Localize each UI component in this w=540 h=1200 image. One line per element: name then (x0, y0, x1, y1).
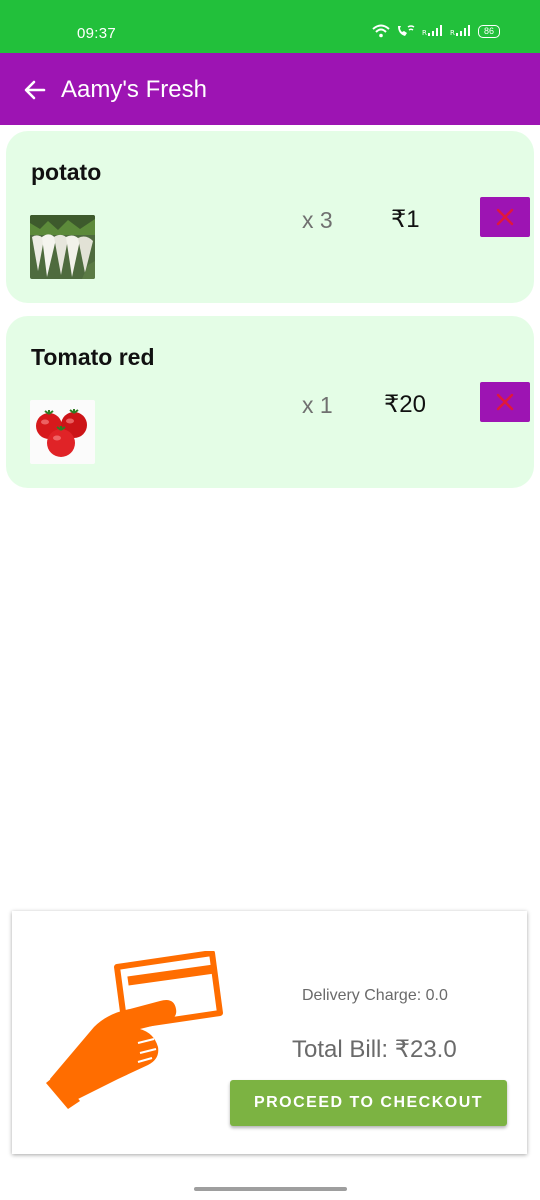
close-icon (496, 393, 514, 411)
item-price: ₹1 (391, 206, 420, 233)
cart-item: potato x 3 ₹1 (6, 131, 534, 303)
item-price: ₹20 (384, 391, 426, 418)
status-bar: 09:37 R R 86 (0, 0, 540, 53)
item-image (30, 400, 95, 464)
remove-item-button[interactable] (480, 382, 530, 422)
item-quantity: x 3 (302, 207, 333, 233)
home-indicator[interactable] (194, 1187, 347, 1191)
remove-item-button[interactable] (480, 197, 530, 237)
wifi-calling-icon (397, 25, 415, 36)
arrow-left-icon (24, 80, 46, 100)
status-time: 09:37 (77, 25, 117, 42)
hand-holding-card-icon (42, 950, 232, 1111)
svg-text:R: R (422, 29, 427, 37)
status-icons: R R 86 (372, 24, 500, 38)
item-quantity: x 1 (302, 392, 333, 418)
radish-bunch-photo (30, 215, 95, 279)
item-name: potato (31, 159, 102, 185)
back-button[interactable] (20, 75, 50, 105)
svg-text:R: R (450, 29, 455, 37)
tomatoes-photo (30, 400, 95, 464)
app-bar: Aamy's Fresh (0, 53, 540, 125)
signal-icon: R (422, 25, 442, 37)
item-image (30, 215, 95, 279)
page-title: Aamy's Fresh (61, 76, 207, 103)
cart-item: Tomato red x 1 ₹20 (6, 316, 534, 488)
battery-icon: 86 (477, 24, 500, 38)
proceed-to-checkout-button[interactable]: PROCEED TO CHECKOUT (230, 1080, 507, 1126)
close-icon (496, 208, 514, 226)
total-bill: Total Bill: ₹23.0 (292, 1036, 457, 1063)
checkout-card: Delivery Charge: 0.0 Total Bill: ₹23.0 P… (12, 911, 527, 1154)
delivery-charge: Delivery Charge: 0.0 (302, 987, 448, 1004)
signal-icon: R (450, 25, 470, 37)
item-name: Tomato red (31, 344, 155, 370)
wifi-icon (372, 24, 390, 38)
